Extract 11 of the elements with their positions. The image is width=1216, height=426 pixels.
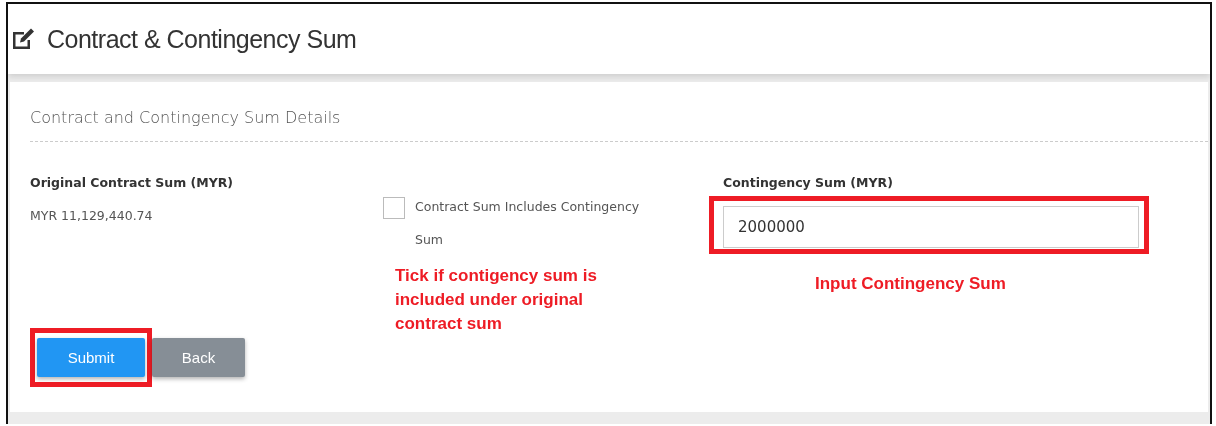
checkbox[interactable] <box>383 197 405 219</box>
field-value: MYR 11,129,440.74 <box>30 208 154 223</box>
annotation-text: Input Contingency Sum <box>815 274 1007 294</box>
field-label: Contingency Sum (MYR) <box>723 175 894 190</box>
edit-icon <box>11 27 37 51</box>
checkbox-label[interactable]: Contract Sum Includes Contingency Sum <box>415 190 663 256</box>
annotation-text: Tick if contigency sum is included under original contract sum <box>395 265 598 335</box>
field-label: Original Contract Sum (MYR) <box>30 175 235 190</box>
section-title: Contract and Contingency Sum Details <box>30 82 1208 142</box>
page-title: Contract & Contingency Sum <box>47 24 357 54</box>
contingency-sum-field[interactable]: 2000000 <box>723 206 1139 248</box>
